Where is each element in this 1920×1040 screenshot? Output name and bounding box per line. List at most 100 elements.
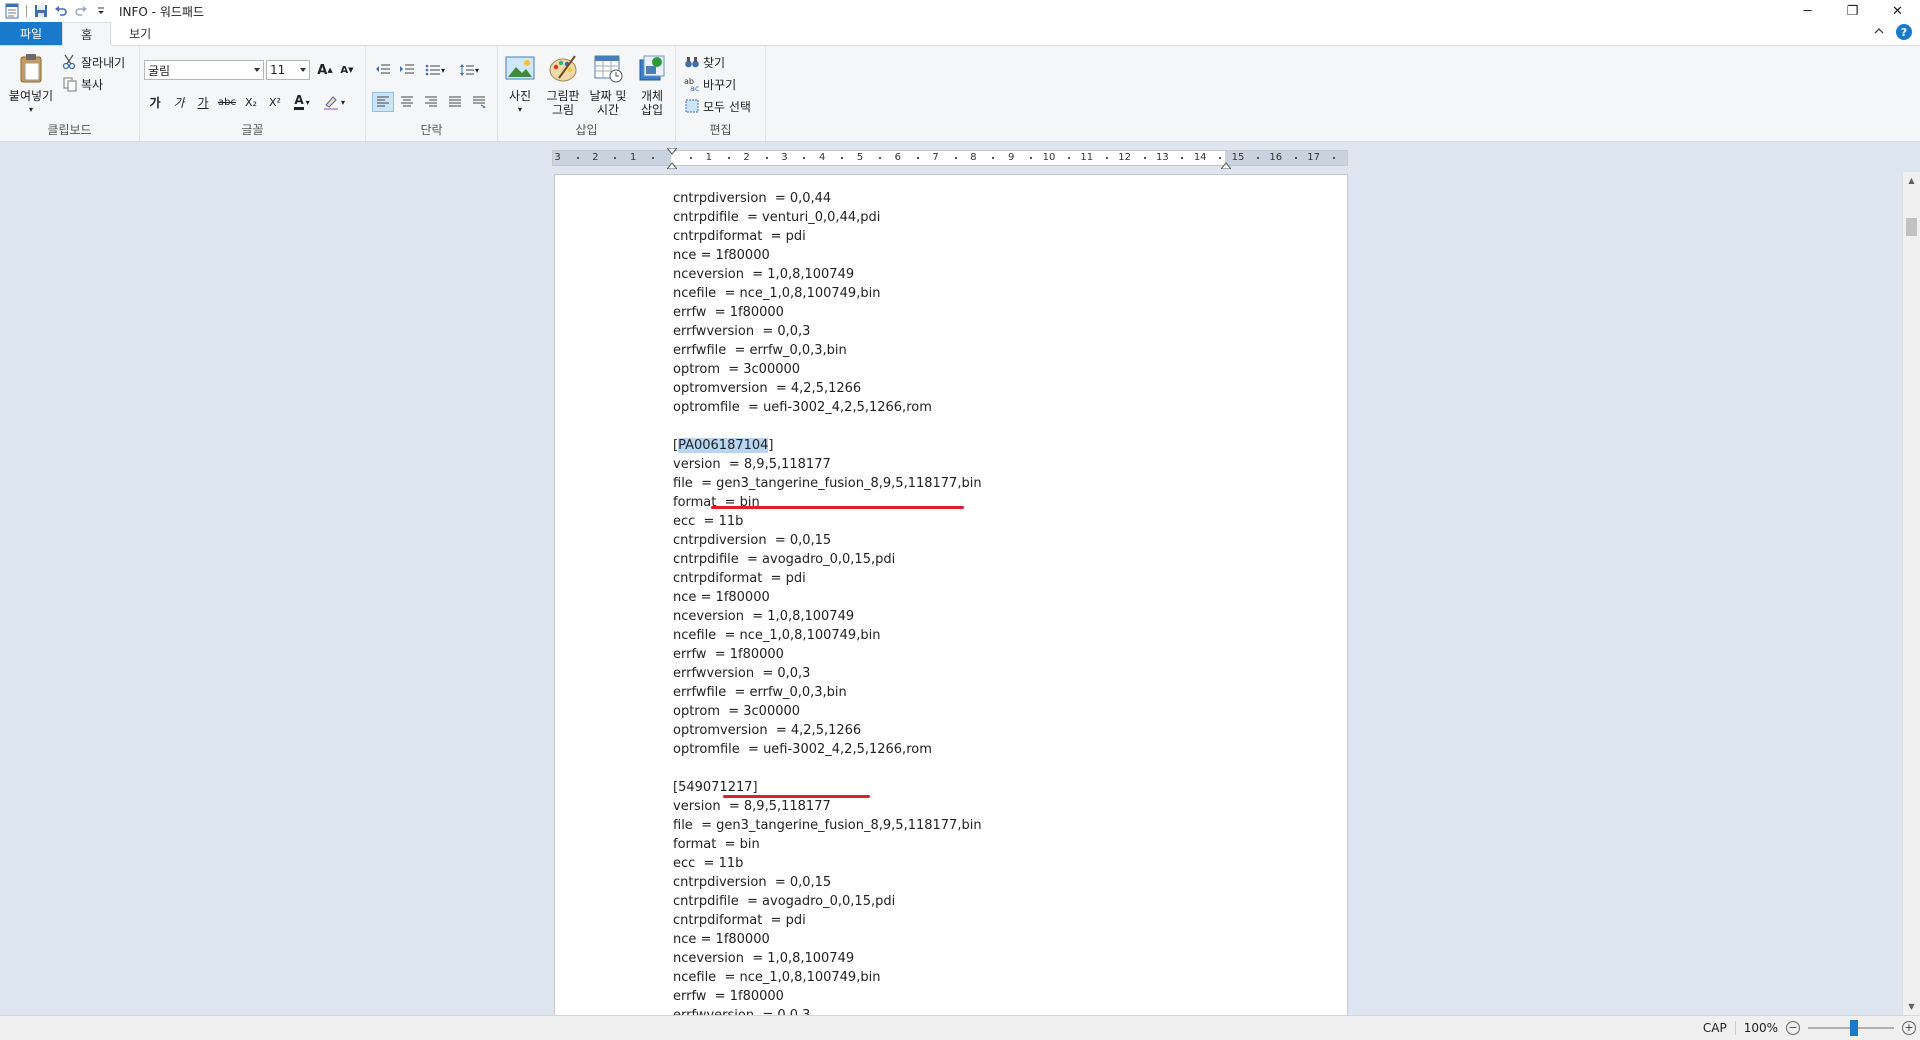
document-line[interactable]: errfwversion = 0,0,3 (673, 322, 982, 341)
scroll-up-icon[interactable]: ▲ (1903, 172, 1920, 189)
strikethrough-button[interactable]: abc (216, 92, 238, 112)
font-family-select[interactable]: 굴림 (144, 60, 264, 80)
document-line[interactable]: ecc = 11b (673, 854, 982, 873)
document-line[interactable]: ncefile = nce_1,0,8,100749,bin (673, 284, 982, 303)
document-line[interactable] (673, 759, 982, 778)
vertical-scrollbar[interactable]: ▲ ▼ (1902, 172, 1920, 1015)
document-line[interactable]: ncefile = nce_1,0,8,100749,bin (673, 968, 982, 987)
scroll-down-icon[interactable]: ▼ (1903, 998, 1920, 1015)
document-workspace[interactable]: 3 2 1 1 2 3 4 5 6 7 8 9 10 11 12 13 14 15 16 17 cntrpdivers… (0, 142, 1902, 1015)
document-line[interactable]: nce = 1f80000 (673, 930, 982, 949)
document-line[interactable]: cntrpdiformat = pdi (673, 227, 982, 246)
decrease-indent-button[interactable] (372, 60, 394, 80)
paste-button[interactable]: 붙여넣기 ▾ (6, 52, 56, 117)
copy-button[interactable]: 복사 (62, 74, 103, 94)
document-line[interactable]: errfwfile = errfw_0,0,3,bin (673, 683, 982, 702)
selected-text[interactable]: PA006187104 (678, 438, 769, 453)
horizontal-ruler[interactable]: 3 2 1 1 2 3 4 5 6 7 8 9 10 11 12 13 14 15 16 17 (552, 148, 1348, 169)
right-indent-marker[interactable] (1221, 161, 1231, 169)
document-line[interactable]: errfwversion = 0,0,3 (673, 664, 982, 683)
document-line[interactable] (673, 417, 982, 436)
subscript-button[interactable]: X₂ (240, 92, 262, 112)
document-line[interactable]: errfw = 1f80000 (673, 303, 982, 322)
underline-button[interactable]: 가 (192, 92, 214, 112)
wordpad-app-icon[interactable] (2, 1, 22, 21)
tab-view[interactable]: 보기 (111, 22, 169, 45)
first-line-indent-marker[interactable] (667, 148, 677, 156)
document-line[interactable]: ecc = 11b (673, 512, 982, 531)
superscript-button[interactable]: X² (264, 92, 286, 112)
highlight-color-button[interactable]: ▾ (320, 92, 348, 112)
increase-indent-button[interactable] (396, 60, 418, 80)
shrink-font-button[interactable]: A ▼ (336, 60, 358, 80)
help-icon[interactable]: ? (1896, 24, 1912, 40)
document-text[interactable]: cntrpdiversion = 0,0,44 cntrpdifile = ven… (673, 189, 982, 1015)
close-button[interactable]: ✕ (1875, 0, 1920, 22)
tab-home[interactable]: 홈 (62, 22, 112, 46)
collapse-ribbon-icon[interactable] (1874, 25, 1884, 39)
document-line[interactable]: nce = 1f80000 (673, 588, 982, 607)
document-line[interactable]: optromfile = uefi-3002_4,2,5,1266,rom (673, 398, 982, 417)
document-line[interactable]: errfwfile = errfw_0,0,3,bin (673, 341, 982, 360)
paint-drawing-button[interactable]: 그림판 그림 (542, 52, 584, 117)
bold-button[interactable]: 가 (144, 92, 166, 112)
document-line[interactable]: cntrpdifile = avogadro_0,0,15,pdi (673, 550, 982, 569)
document-page[interactable]: cntrpdiversion = 0,0,44 cntrpdifile = ven… (554, 174, 1348, 1015)
select-all-button[interactable]: 모두 선택 (684, 96, 751, 116)
line-spacing-button[interactable]: ▾ (454, 60, 484, 80)
italic-button[interactable]: 가 (168, 92, 190, 112)
document-line[interactable]: ncefile = nce_1,0,8,100749,bin (673, 626, 982, 645)
restore-button[interactable]: ❐ (1830, 0, 1875, 22)
cut-button[interactable]: 잘라내기 (62, 52, 125, 72)
document-line[interactable]: format = bin (673, 493, 982, 512)
paste-dropdown-icon[interactable]: ▾ (6, 103, 56, 117)
minimize-button[interactable]: ─ (1785, 0, 1830, 22)
justify-button[interactable] (444, 92, 466, 112)
font-size-select[interactable]: 11 (266, 60, 310, 80)
document-line[interactable]: optrom = 3c00000 (673, 360, 982, 379)
document-line[interactable]: errfw = 1f80000 (673, 987, 982, 1006)
document-line[interactable]: cntrpdiformat = pdi (673, 911, 982, 930)
document-line[interactable]: [PA006187104] (673, 436, 982, 455)
insert-picture-button[interactable]: 사진 ▾ (502, 52, 538, 117)
zoom-in-button[interactable]: + (1902, 1021, 1916, 1035)
align-center-button[interactable] (396, 92, 418, 112)
document-line[interactable]: cntrpdiformat = pdi (673, 569, 982, 588)
document-line[interactable]: optromversion = 4,2,5,1266 (673, 379, 982, 398)
zoom-slider[interactable] (1808, 1020, 1894, 1036)
document-line[interactable]: nceversion = 1,0,8,100749 (673, 949, 982, 968)
document-line[interactable]: file = gen3_tangerine_fusion_8,9,5,11817… (673, 816, 982, 835)
find-button[interactable]: 찾기 (684, 52, 725, 72)
align-left-button[interactable] (372, 92, 394, 112)
zoom-slider-thumb[interactable] (1850, 1020, 1858, 1036)
insert-object-button[interactable]: 개체 삽입 (632, 52, 672, 117)
document-line[interactable]: format = bin (673, 835, 982, 854)
document-line[interactable]: cntrpdiversion = 0,0,15 (673, 531, 982, 550)
document-line[interactable]: errfwversion = 0,0,3 (673, 1006, 982, 1015)
document-line[interactable]: nceversion = 1,0,8,100749 (673, 607, 982, 626)
redo-icon[interactable] (71, 1, 91, 21)
document-line[interactable]: cntrpdiversion = 0,0,44 (673, 189, 982, 208)
hanging-indent-marker[interactable] (667, 161, 677, 169)
replace-button[interactable]: ab ac 바꾸기 (684, 74, 736, 94)
document-line[interactable]: nceversion = 1,0,8,100749 (673, 265, 982, 284)
document-line[interactable]: errfw = 1f80000 (673, 645, 982, 664)
document-line[interactable]: cntrpdiversion = 0,0,15 (673, 873, 982, 892)
document-line[interactable]: nce = 1f80000 (673, 246, 982, 265)
paragraph-button[interactable] (468, 92, 490, 112)
document-line[interactable]: optromfile = uefi-3002_4,2,5,1266,rom (673, 740, 982, 759)
scrollbar-thumb[interactable] (1906, 218, 1917, 236)
align-right-button[interactable] (420, 92, 442, 112)
font-color-button[interactable]: A ▾ (288, 92, 316, 112)
document-line[interactable]: cntrpdifile = venturi_0,0,44,pdi (673, 208, 982, 227)
tab-file[interactable]: 파일 (0, 22, 63, 45)
date-time-button[interactable]: 날짜 및 시간 (586, 52, 630, 117)
undo-icon[interactable] (51, 1, 71, 21)
document-line[interactable]: version = 8,9,5,118177 (673, 455, 982, 474)
document-line[interactable]: file = gen3_tangerine_fusion_8,9,5,11817… (673, 474, 982, 493)
zoom-out-button[interactable]: − (1786, 1021, 1800, 1035)
document-line[interactable]: optrom = 3c00000 (673, 702, 982, 721)
save-icon[interactable] (31, 1, 51, 21)
document-line[interactable]: version = 8,9,5,118177 (673, 797, 982, 816)
document-line[interactable]: optromversion = 4,2,5,1266 (673, 721, 982, 740)
